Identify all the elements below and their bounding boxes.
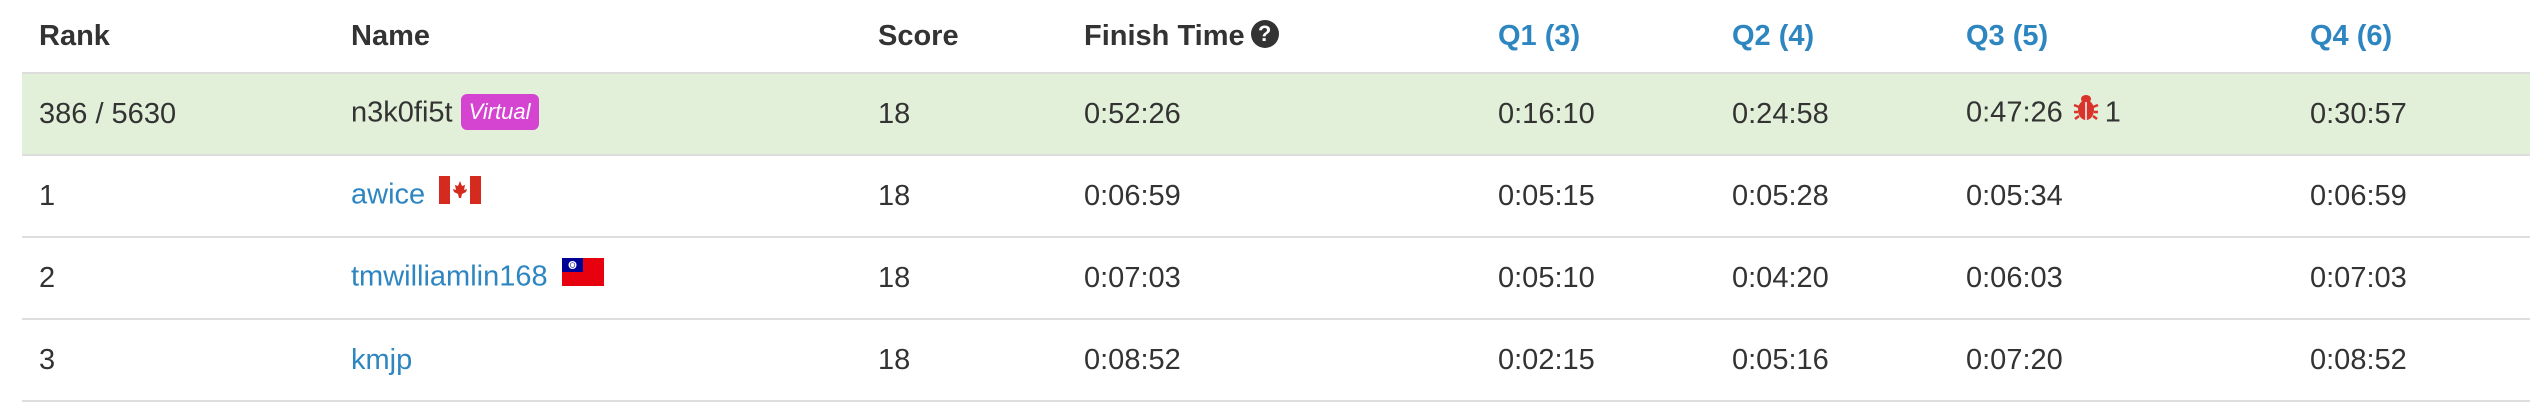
q3-cell: 0:47:26 1 (1949, 73, 2293, 156)
finish-time-cell: 0:07:03 (1067, 237, 1481, 320)
q1-cell: 0:16:10 (1481, 73, 1715, 156)
finish-time-cell: 0:52:26 (1067, 73, 1481, 156)
header-q1[interactable]: Q1 (3) (1481, 0, 1715, 74)
name-cell: awice (334, 155, 861, 238)
rank-cell: 2 (22, 237, 334, 320)
rank-cell: 386 / 5630 (22, 73, 334, 156)
header-q3[interactable]: Q3 (5) (1949, 0, 2293, 74)
name-cell: tmwilliamlin168 (334, 237, 861, 320)
header-q2[interactable]: Q2 (4) (1715, 0, 1949, 74)
taiwan-flag-icon (561, 258, 604, 294)
name-cell: n3k0fi5t Virtual (334, 73, 861, 156)
user-name: n3k0fi5t (351, 96, 453, 129)
name-cell: kmjp (334, 319, 861, 402)
table-row: 3 kmjp 18 0:08:52 0:02:15 0:05:16 0:07:2… (22, 319, 2530, 402)
table-row: 1 awice 18 0:06:59 0:05:15 0:05:28 0:05:… (22, 155, 2530, 238)
q2-cell: 0:05:16 (1715, 319, 1949, 402)
q3-time: 0:47:26 (1966, 96, 2063, 129)
q1-cell: 0:05:15 (1481, 155, 1715, 238)
q2-cell: 0:04:20 (1715, 237, 1949, 320)
q1-cell: 0:05:10 (1481, 237, 1715, 320)
score-cell: 18 (861, 73, 1067, 156)
table-header-row: Rank Name Score Finish Time? Q1 (3) Q2 (… (22, 0, 2530, 74)
score-cell: 18 (861, 319, 1067, 402)
score-cell: 18 (861, 237, 1067, 320)
q3-wrong-count: 1 (2104, 96, 2121, 129)
header-q4[interactable]: Q4 (6) (2293, 0, 2530, 74)
finish-time-cell: 0:06:59 (1067, 155, 1481, 238)
header-finish-time-label: Finish Time (1084, 19, 1245, 52)
virtual-badge: Virtual (460, 94, 539, 130)
header-name: Name (334, 0, 861, 74)
user-name-link[interactable]: kmjp (351, 344, 412, 376)
q4-cell: 0:08:52 (2293, 319, 2530, 402)
q1-cell: 0:02:15 (1481, 319, 1715, 402)
header-finish-time: Finish Time? (1067, 0, 1481, 74)
ranking-table: Rank Name Score Finish Time? Q1 (3) Q2 (… (22, 0, 2530, 402)
user-name-link[interactable]: awice (351, 179, 425, 211)
rank-cell: 1 (22, 155, 334, 238)
rank-cell: 3 (22, 319, 334, 402)
table-row: 2 tmwilliamlin168 18 0:07:03 0:05:10 0:0… (22, 237, 2530, 320)
q3-cell: 0:07:20 (1949, 319, 2293, 402)
header-rank: Rank (22, 0, 334, 74)
q3-cell: 0:05:34 (1949, 155, 2293, 238)
question-circle-icon[interactable]: ? (1250, 19, 1279, 48)
q4-cell: 0:07:03 (2293, 237, 2530, 320)
score-cell: 18 (861, 155, 1067, 238)
q2-cell: 0:05:28 (1715, 155, 1949, 238)
user-name-link[interactable]: tmwilliamlin168 (351, 261, 548, 293)
canada-flag-icon (439, 176, 482, 212)
finish-time-cell: 0:08:52 (1067, 319, 1481, 402)
header-score: Score (861, 0, 1067, 74)
current-user-row: 386 / 5630 n3k0fi5t Virtual 18 0:52:26 0:… (22, 73, 2530, 156)
q2-cell: 0:24:58 (1715, 73, 1949, 156)
q4-cell: 0:30:57 (2293, 73, 2530, 156)
ranking-table-container: Rank Name Score Finish Time? Q1 (3) Q2 (… (22, 0, 2530, 402)
bug-icon (2073, 93, 2099, 129)
q3-cell: 0:06:03 (1949, 237, 2293, 320)
q4-cell: 0:06:59 (2293, 155, 2530, 238)
